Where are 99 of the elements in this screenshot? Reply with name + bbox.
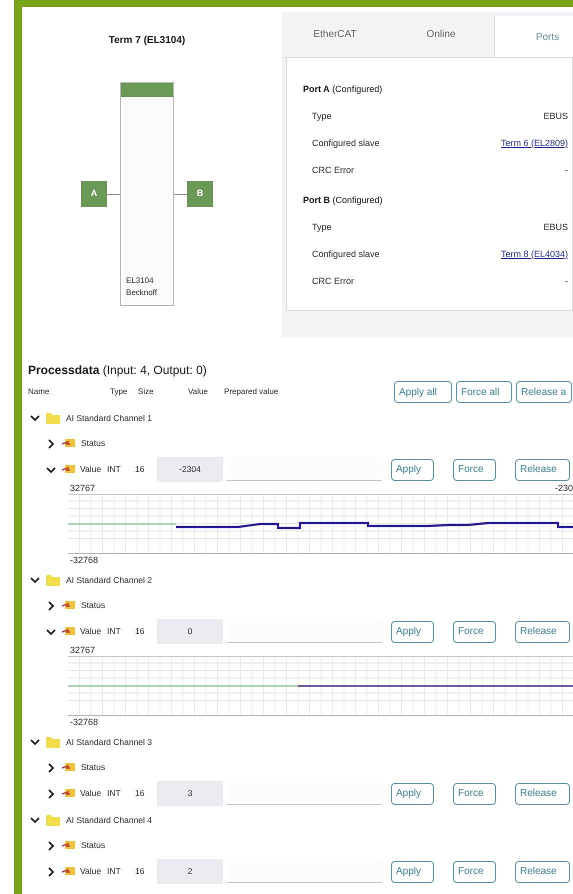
item-name: Value — [79, 625, 102, 638]
action-button[interactable]: Release — [515, 860, 570, 882]
prepared-value-field[interactable] — [227, 860, 382, 882]
module-label: Becknoff — [126, 287, 158, 299]
chevron-down-icon[interactable] — [46, 464, 56, 474]
action-button[interactable]: Force — [453, 458, 496, 480]
action-button[interactable]: Apply — [391, 620, 434, 642]
value-cell: 0 — [157, 619, 223, 644]
action-button[interactable]: Force — [453, 860, 496, 882]
prepared-value-field[interactable] — [227, 782, 382, 804]
action-button[interactable]: Apply — [391, 860, 434, 882]
action-button[interactable]: Force — [453, 782, 496, 804]
property-label: Type — [312, 110, 332, 123]
chevron-right-icon[interactable] — [46, 866, 56, 876]
property-value: - — [565, 274, 568, 288]
port-heading: Port B (Configured) — [303, 194, 384, 207]
prepared-value-field[interactable] — [227, 620, 382, 642]
port-block: B — [187, 181, 213, 207]
tab[interactable]: Ports — [494, 16, 573, 58]
chevron-right-icon[interactable] — [46, 600, 56, 610]
item-name: Value — [79, 463, 102, 476]
module-label: EL3104 — [126, 275, 155, 287]
property-value: EBUS — [543, 220, 568, 234]
chevron-down-icon[interactable] — [46, 626, 56, 636]
channel-name: AI Standard Channel 2 — [66, 574, 152, 586]
action-button[interactable]: Release — [515, 782, 570, 804]
chevron-right-icon[interactable] — [46, 788, 56, 798]
module-header — [121, 83, 173, 97]
property-label: Type — [312, 220, 332, 234]
variable-icon — [62, 464, 75, 475]
variable-icon — [62, 840, 75, 851]
action-button[interactable]: Apply all — [394, 381, 452, 403]
port-heading: Port A (Configured) — [303, 83, 384, 96]
type-cell-text: INT — [107, 865, 122, 878]
item-name: Status — [81, 437, 106, 450]
size-cell-text: 16 — [135, 625, 146, 638]
size-cell-text: 16 — [135, 865, 146, 878]
property-label: CRC Error — [312, 164, 354, 177]
item-name: Status — [81, 761, 106, 774]
item-name: Value — [79, 787, 102, 800]
item-name: Status — [81, 839, 106, 852]
variable-icon — [62, 626, 75, 637]
property-value: - — [565, 164, 568, 177]
property-value: EBUS — [543, 110, 568, 123]
axis-min-label: -32768 — [69, 716, 98, 729]
chevron-down-icon[interactable] — [30, 737, 40, 747]
property-label: CRC Error — [312, 274, 354, 288]
action-button[interactable]: Force — [453, 620, 496, 642]
property-label: Configured slave — [312, 248, 380, 261]
folder-icon — [46, 814, 60, 826]
item-name: Value — [79, 865, 102, 878]
action-button[interactable]: Release — [515, 620, 570, 642]
folder-icon — [46, 736, 60, 748]
value-cell: 2 — [157, 859, 223, 884]
size-cell-text: 16 — [135, 787, 146, 800]
current-reading: -230 — [554, 482, 573, 495]
variable-icon — [62, 762, 75, 773]
item-name: Status — [81, 599, 106, 612]
size-cell-text: 16 — [135, 463, 146, 476]
chevron-down-icon[interactable] — [30, 815, 40, 825]
variable-icon — [62, 600, 75, 611]
section-title: Processdata (Input: 4, Output: 0) — [28, 362, 208, 379]
column-header: Type — [110, 386, 128, 398]
prepared-value-field[interactable] — [227, 458, 382, 480]
action-button[interactable]: Force all — [456, 381, 512, 403]
channel-name: AI Standard Channel 3 — [66, 736, 152, 748]
value-cell: 3 — [157, 781, 223, 806]
axis-min-label: -32768 — [69, 554, 98, 567]
variable-icon — [62, 866, 75, 877]
chevron-down-icon[interactable] — [30, 575, 40, 585]
type-cell-text: INT — [107, 787, 122, 800]
variable-icon — [62, 788, 75, 799]
slave-link[interactable]: Term 8 (EL4034) — [500, 248, 568, 262]
action-button[interactable]: Release a — [516, 381, 572, 403]
value-cell: -2304 — [157, 457, 223, 482]
chevron-right-icon[interactable] — [46, 840, 56, 850]
type-cell-text: INT — [107, 625, 122, 638]
type-cell-text: INT — [107, 463, 122, 476]
chevron-right-icon[interactable] — [46, 762, 56, 772]
axis-max-label: 32767 — [69, 644, 96, 657]
channel-name: AI Standard Channel 1 — [66, 412, 152, 424]
folder-icon — [46, 412, 60, 424]
action-button[interactable]: Apply — [391, 458, 434, 480]
column-header: Prepared value — [224, 386, 280, 398]
column-header: Name — [28, 386, 50, 398]
axis-max-label: 32767 — [69, 482, 96, 495]
chevron-right-icon[interactable] — [46, 438, 56, 448]
chevron-down-icon[interactable] — [30, 413, 40, 423]
property-label: Configured slave — [312, 136, 380, 150]
action-button[interactable]: Apply — [391, 782, 434, 804]
folder-icon — [46, 574, 60, 586]
variable-icon — [62, 438, 75, 449]
terminal-title: Term 7 (EL3104) — [108, 34, 186, 48]
column-header: Value — [188, 386, 209, 398]
channel-name: AI Standard Channel 4 — [66, 814, 152, 826]
slave-link[interactable]: Term 6 (EL2809) — [500, 136, 568, 150]
column-header: Size — [138, 386, 155, 398]
action-button[interactable]: Release — [515, 458, 570, 480]
port-block: A — [81, 181, 107, 207]
